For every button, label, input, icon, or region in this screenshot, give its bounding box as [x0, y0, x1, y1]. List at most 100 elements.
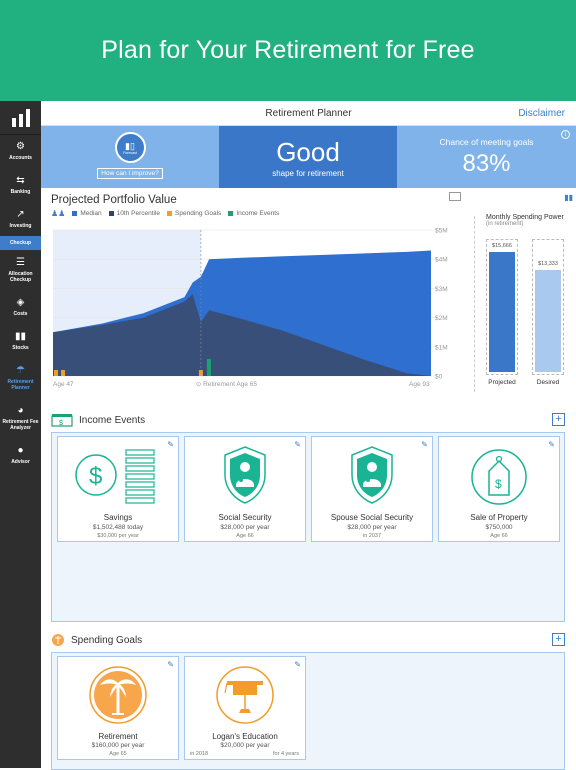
spending-event-bar: [198, 370, 203, 376]
edit-icon[interactable]: ✎: [294, 660, 301, 669]
card-amount: $1,502,488 today: [92, 524, 144, 531]
chance-label: Chance of meeting goals: [439, 136, 534, 147]
card-amount: $160,000 per year: [91, 742, 145, 749]
expand-chart-icon[interactable]: [449, 192, 461, 201]
sliders-icon: ☰: [16, 256, 25, 268]
desired-bar[interactable]: $13,333: [532, 239, 564, 375]
sidebar-item-accounts[interactable]: ⚙ Accounts: [0, 135, 41, 168]
chart-legend: ♟♟ Median 10th Percentile Spending Goals…: [51, 209, 279, 218]
add-spending-goal-button[interactable]: +: [552, 633, 565, 646]
card-title: Sale of Property: [470, 513, 528, 522]
sidebar-item-checkup[interactable]: Checkup: [0, 236, 41, 250]
sidebar-item-costs[interactable]: ◈ Costs: [0, 290, 41, 324]
x-label-start: Age 47: [53, 381, 74, 388]
edit-icon[interactable]: ✎: [421, 440, 428, 449]
status-panel: Good shape for retirement: [219, 126, 397, 188]
spending-event-bar: [54, 370, 58, 376]
card-title: Logan's Education: [212, 732, 278, 741]
sidebar-item-retirement-planner[interactable]: ☂ Retirement Planner: [0, 358, 41, 398]
price-tag-icon: $: [471, 449, 527, 505]
svg-text:$: $: [59, 420, 63, 427]
bar-chart-logo-icon: [11, 108, 30, 127]
projected-label: Projected: [488, 379, 516, 386]
income-events-header: $ Income Events: [51, 413, 145, 427]
disclaimer-link[interactable]: Disclaimer: [518, 108, 565, 119]
sidebar: ⚙ Accounts ⇆ Banking ↗ Investing Checkup…: [0, 101, 41, 768]
svg-text:$: $: [495, 477, 502, 491]
card-amount: $28,000 per year: [347, 524, 397, 531]
edit-icon[interactable]: ✎: [167, 440, 174, 449]
chart-title: Projected Portfolio Value: [51, 194, 177, 206]
sidebar-item-retirement-fee-analyzer[interactable]: ◕ Retirement Fee Analyzer: [0, 398, 41, 438]
projected-fill: [489, 252, 515, 372]
y-tick-label: $1M: [435, 344, 448, 351]
card-title: Spouse Social Security: [330, 513, 414, 522]
card-meta: Age 66: [490, 533, 508, 539]
edit-icon[interactable]: ✎: [294, 440, 301, 449]
goal-card-retirement[interactable]: ✎ Retirement $160,000 per year Age 65: [57, 656, 179, 760]
palm-tree-icon: [89, 666, 147, 724]
card-title: Retirement: [98, 732, 138, 741]
legend-income-events: Income Events: [228, 210, 279, 217]
person-icon: ●: [17, 444, 24, 456]
legend-spending-goals: Spending Goals: [167, 210, 221, 217]
y-tick-label: $5M: [435, 228, 448, 235]
sidebar-item-label: Retirement Planner: [7, 378, 34, 391]
card-meta-start: in 2018: [190, 751, 209, 757]
card-meta: $30,000 per year: [97, 533, 139, 539]
app-logo[interactable]: [0, 101, 41, 135]
sidebar-item-investing[interactable]: ↗ Investing: [0, 202, 41, 236]
sidebar-item-banking[interactable]: ⇆ Banking: [0, 168, 41, 202]
bar-chart-icon: ▮▮: [14, 330, 26, 342]
forecast-icon: ▮▯: [125, 140, 135, 151]
spending-goals-icon: [52, 634, 64, 646]
income-card-sale-of-property[interactable]: ✎ $ Sale of Property $750,000 Age 66: [438, 436, 560, 542]
card-meta-duration: for 4 years: [273, 751, 299, 757]
status-subtitle: shape for retirement: [272, 168, 344, 178]
sidebar-item-advisor[interactable]: ● Advisor: [0, 438, 41, 472]
tag-icon: ◈: [16, 296, 25, 308]
income-card-social-security[interactable]: ✎ Social Security $28,000 per year Age 6…: [184, 436, 306, 542]
projected-bar[interactable]: $15,666: [486, 239, 518, 375]
spending-goals-header: Spending Goals: [51, 633, 142, 647]
sidebar-item-allocation-checkup[interactable]: ☰ Allocation Checkup: [0, 250, 41, 290]
add-income-event-button[interactable]: +: [552, 413, 565, 426]
goal-card-education[interactable]: ✎ Logan's Education $20,000 per year in …: [184, 656, 306, 760]
income-events-panel: ✎ $ Savings $1,502,488 today $30,000 per…: [51, 432, 565, 622]
projected-value: $15,666: [492, 243, 512, 249]
pie-icon: ◕: [17, 404, 24, 416]
x-label-end: Age 93: [409, 381, 430, 388]
people-icon[interactable]: ♟♟: [51, 209, 65, 218]
forecast-badge[interactable]: ▮▯ Forecast: [114, 132, 146, 163]
income-event-bar: [206, 359, 211, 376]
forecast-panel: ▮▯ Forecast How can I improve?: [41, 126, 219, 188]
forecast-label: Forecast: [123, 150, 137, 155]
gear-icon: ⚙: [16, 141, 25, 153]
sidebar-item-stocks[interactable]: ▮▮ Stocks: [0, 324, 41, 358]
summary-stats: ▮▯ Forecast How can I improve? Good shap…: [41, 126, 576, 188]
info-icon[interactable]: i: [561, 130, 570, 139]
compare-icon[interactable]: ▮▮: [564, 193, 573, 202]
desired-label: Desired: [536, 379, 560, 386]
sidebar-item-label: Stocks: [12, 344, 29, 351]
transfer-icon: ⇆: [16, 174, 25, 186]
chance-panel: i Chance of meeting goals 83%: [397, 126, 576, 188]
card-meta: Age 66: [236, 533, 254, 539]
sidebar-item-label: Allocation Checkup: [8, 270, 33, 283]
improve-button[interactable]: How can I improve?: [97, 168, 163, 179]
graduation-cap-icon: [216, 666, 274, 724]
sidebar-item-label: Accounts: [9, 155, 32, 162]
income-card-savings[interactable]: ✎ $ Savings $1,502,488 today $30,000 per…: [57, 436, 179, 542]
income-card-spouse-social-security[interactable]: ✎ Spouse Social Security $28,000 per yea…: [311, 436, 433, 542]
y-tick-label: $4M: [435, 257, 448, 264]
sidebar-item-label: Checkup: [9, 239, 32, 246]
income-calendar-icon: $: [51, 414, 73, 427]
spending-power-title: Monthly Spending Power: [486, 214, 564, 221]
card-meta: in 2037: [362, 533, 382, 539]
spending-power-panel: ▮▮ Monthly Spending Power (in retirement…: [481, 193, 576, 227]
sidebar-item-label: Banking: [10, 188, 31, 195]
top-bar: Retirement Planner Disclaimer: [41, 101, 576, 126]
edit-icon[interactable]: ✎: [167, 660, 174, 669]
edit-icon[interactable]: ✎: [548, 440, 555, 449]
sidebar-item-label: Costs: [13, 310, 28, 317]
